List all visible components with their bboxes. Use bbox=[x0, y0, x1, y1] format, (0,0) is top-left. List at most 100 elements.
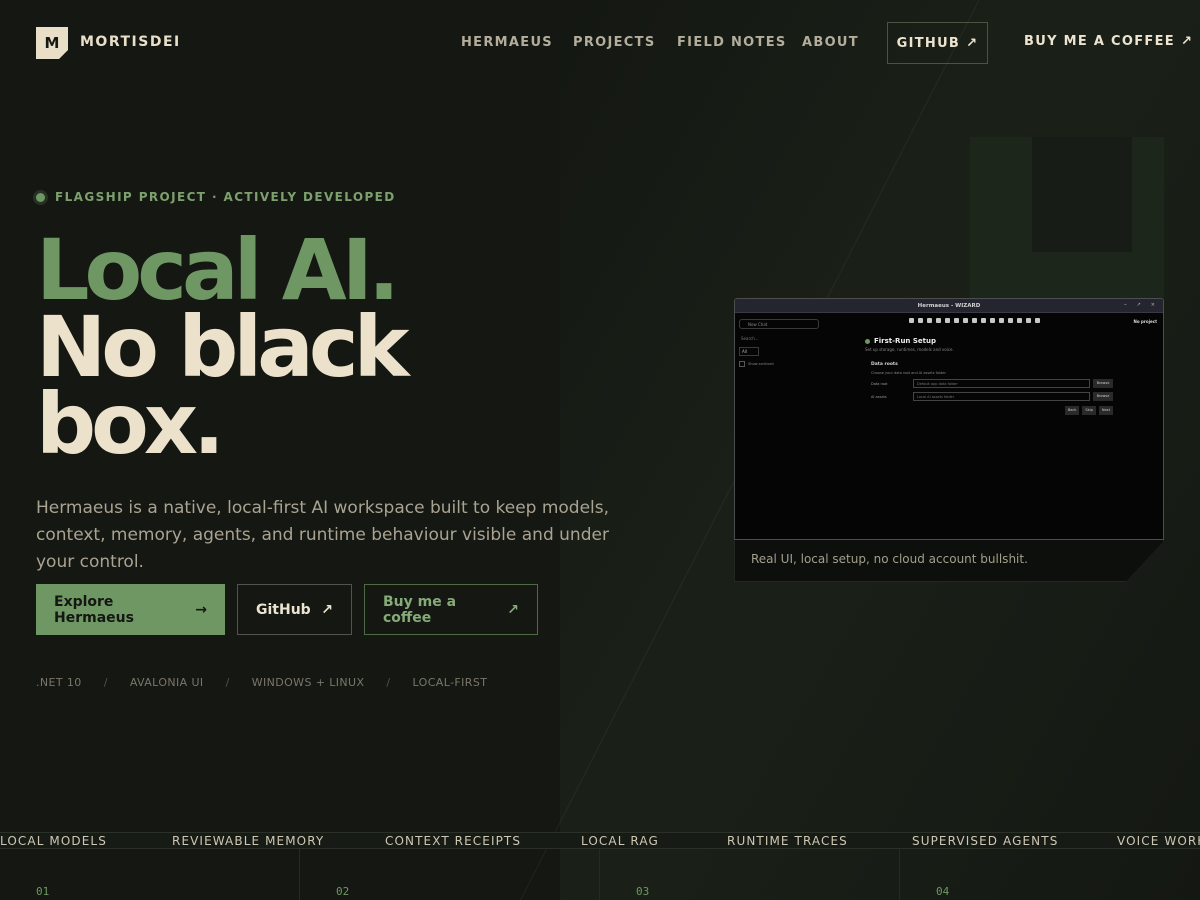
top-navigation: M MORTISDEI HERMAEUS PROJECTS FIELD NOTE… bbox=[0, 0, 1200, 86]
nav-link-projects[interactable]: PROJECTS bbox=[573, 35, 655, 50]
github-button[interactable]: GitHub ↗ bbox=[237, 584, 352, 635]
wizard-browse-button: Browse bbox=[1093, 392, 1113, 401]
wizard-next-button: Next bbox=[1098, 406, 1113, 415]
feature-column: 03 bbox=[599, 849, 899, 900]
minimize-icon: – bbox=[1124, 302, 1127, 308]
external-link-icon: ↗ bbox=[321, 601, 333, 618]
tech-item: WINDOWS + LINUX bbox=[251, 676, 365, 689]
coffee-label: Buy me a coffee bbox=[383, 593, 457, 626]
wizard-section-title: Data roots bbox=[871, 362, 898, 367]
maximize-icon: ↗ bbox=[1136, 302, 1141, 308]
window-title: Hermaeus - WIZARD bbox=[917, 302, 981, 309]
wizard-hint: Choose your data root and AI assets fold… bbox=[871, 371, 947, 375]
nav-link-hermaeus[interactable]: HERMAEUS bbox=[461, 35, 553, 50]
tech-separator: / bbox=[386, 676, 391, 689]
wizard-status-icon bbox=[865, 338, 870, 344]
arrow-right-icon: → bbox=[195, 601, 207, 618]
nav-github-label: GITHUB bbox=[896, 35, 961, 51]
tech-item: LOCAL-FIRST bbox=[412, 676, 488, 689]
app-window-preview: Hermaeus - WIZARD – ↗ × New Chat Search.… bbox=[734, 298, 1164, 540]
external-link-icon: ↗ bbox=[966, 35, 979, 51]
ticker-item: CONTEXT RECEIPTS bbox=[385, 834, 522, 848]
headline-line-3: box. bbox=[36, 375, 225, 473]
tech-separator: / bbox=[225, 676, 230, 689]
brand-name[interactable]: MORTISDEI bbox=[80, 34, 181, 50]
lock-icon bbox=[972, 318, 977, 323]
external-link-icon: ↗ bbox=[1180, 34, 1194, 49]
settings-icon bbox=[990, 318, 995, 323]
preview-search: Search... bbox=[741, 336, 759, 341]
wizard-skip-button: Skip bbox=[1082, 406, 1096, 415]
box-icon bbox=[963, 318, 968, 323]
explore-hermaeus-button[interactable]: Explore Hermaeus → bbox=[36, 584, 225, 635]
feature-column: 02 bbox=[299, 849, 599, 900]
history-icon bbox=[1008, 318, 1013, 323]
nav-link-field-notes[interactable]: FIELD NOTES bbox=[677, 35, 787, 50]
feature-ticker: LOCAL MODELS REVIEWABLE MEMORY CONTEXT R… bbox=[0, 832, 1200, 849]
feature-number: 02 bbox=[336, 885, 350, 898]
hero-eyebrow: FLAGSHIP PROJECT · ACTIVELY DEVELOPED bbox=[36, 190, 396, 204]
preview-new-chat-input: New Chat bbox=[739, 319, 819, 329]
tech-separator: / bbox=[103, 676, 108, 689]
feature-column: 04 bbox=[899, 849, 1199, 900]
nav-coffee-label: BUY ME A COFFEE bbox=[1024, 34, 1175, 49]
external-link-icon: ↗ bbox=[507, 601, 519, 618]
app-screenshot-card: Hermaeus - WIZARD – ↗ × New Chat Search.… bbox=[734, 298, 1164, 582]
feature-column: 01 bbox=[0, 849, 300, 900]
wizard-subtitle: Set up storage, runtimes, models and voi… bbox=[865, 347, 954, 352]
buy-coffee-button[interactable]: Buy me a coffee ↗ bbox=[364, 584, 538, 635]
wizard-browse-button: Browse bbox=[1093, 379, 1113, 388]
github-label: GitHub bbox=[256, 601, 311, 618]
contrast-icon bbox=[945, 318, 950, 323]
close-icon: × bbox=[1150, 302, 1155, 308]
tech-item: .NET 10 bbox=[36, 676, 82, 689]
grid-icon bbox=[936, 318, 941, 323]
nav-link-about[interactable]: ABOUT bbox=[802, 35, 859, 50]
eyebrow-text: FLAGSHIP PROJECT · ACTIVELY DEVELOPED bbox=[55, 190, 396, 204]
nav-github-button[interactable]: GITHUB ↗ bbox=[887, 22, 988, 64]
wizard-row-field: Default app data folder bbox=[913, 379, 1090, 388]
feature-number: 03 bbox=[636, 885, 650, 898]
feature-number: 01 bbox=[36, 885, 50, 898]
ticker-item: VOICE WORKFLOWS bbox=[1117, 834, 1200, 848]
terminal-icon bbox=[981, 318, 986, 323]
brand-logo-mark[interactable]: M bbox=[36, 27, 68, 59]
ticker-item: SUPERVISED AGENTS bbox=[912, 834, 1059, 848]
preview-setup-wizard: First-Run Setup Set up storage, runtimes… bbox=[865, 337, 1125, 415]
window-titlebar: Hermaeus - WIZARD – ↗ × bbox=[735, 299, 1163, 313]
info-icon bbox=[918, 318, 923, 323]
ticker-item: RUNTIME TRACES bbox=[727, 834, 848, 848]
chat-icon bbox=[909, 318, 914, 323]
gear-icon bbox=[1035, 318, 1040, 323]
tech-stack-list: .NET 10 / AVALONIA UI / WINDOWS + LINUX … bbox=[36, 676, 487, 689]
image-icon bbox=[1017, 318, 1022, 323]
screenshot-caption: Real UI, local setup, no cloud account b… bbox=[734, 540, 1164, 582]
checkbox-icon bbox=[739, 361, 745, 367]
nav-coffee-link[interactable]: BUY ME A COFFEE ↗ bbox=[1024, 34, 1193, 49]
tech-item: AVALONIA UI bbox=[129, 676, 204, 689]
wizard-row: AI assets Local AI assets folder Browse bbox=[871, 392, 1125, 401]
wizard-title: First-Run Setup bbox=[874, 337, 936, 345]
hero-headline: Local AI. No black box. bbox=[36, 228, 596, 473]
bars-icon bbox=[999, 318, 1004, 323]
explore-label: Explore Hermaeus bbox=[54, 593, 134, 626]
window-controls: – ↗ × bbox=[1124, 302, 1155, 308]
wizard-row-field: Local AI assets folder bbox=[913, 392, 1090, 401]
preview-archived-checkbox: Show archived bbox=[739, 361, 774, 367]
preview-filter-dropdown: All bbox=[739, 347, 759, 356]
ticker-item: LOCAL RAG bbox=[581, 834, 659, 848]
wizard-row-label: Data root bbox=[871, 381, 888, 386]
message-icon bbox=[1026, 318, 1031, 323]
wizard-heading: First-Run Setup bbox=[865, 337, 1125, 345]
status-dot-icon bbox=[36, 192, 45, 202]
feature-columns: 01 02 03 04 bbox=[0, 849, 1200, 900]
ticker-item: LOCAL MODELS bbox=[0, 834, 107, 848]
wizard-actions: Back Skip Next bbox=[865, 406, 1113, 415]
preview-toolbar: No project bbox=[825, 316, 1163, 328]
wizard-row: Data root Default app data folder Browse bbox=[871, 379, 1125, 388]
wizard-back-button: Back bbox=[1064, 406, 1080, 415]
preview-toolbar-icons bbox=[909, 318, 1040, 323]
hero-description: Hermaeus is a native, local-first AI wor… bbox=[36, 498, 610, 572]
chart-icon bbox=[954, 318, 959, 323]
ticker-item: REVIEWABLE MEMORY bbox=[172, 834, 325, 848]
